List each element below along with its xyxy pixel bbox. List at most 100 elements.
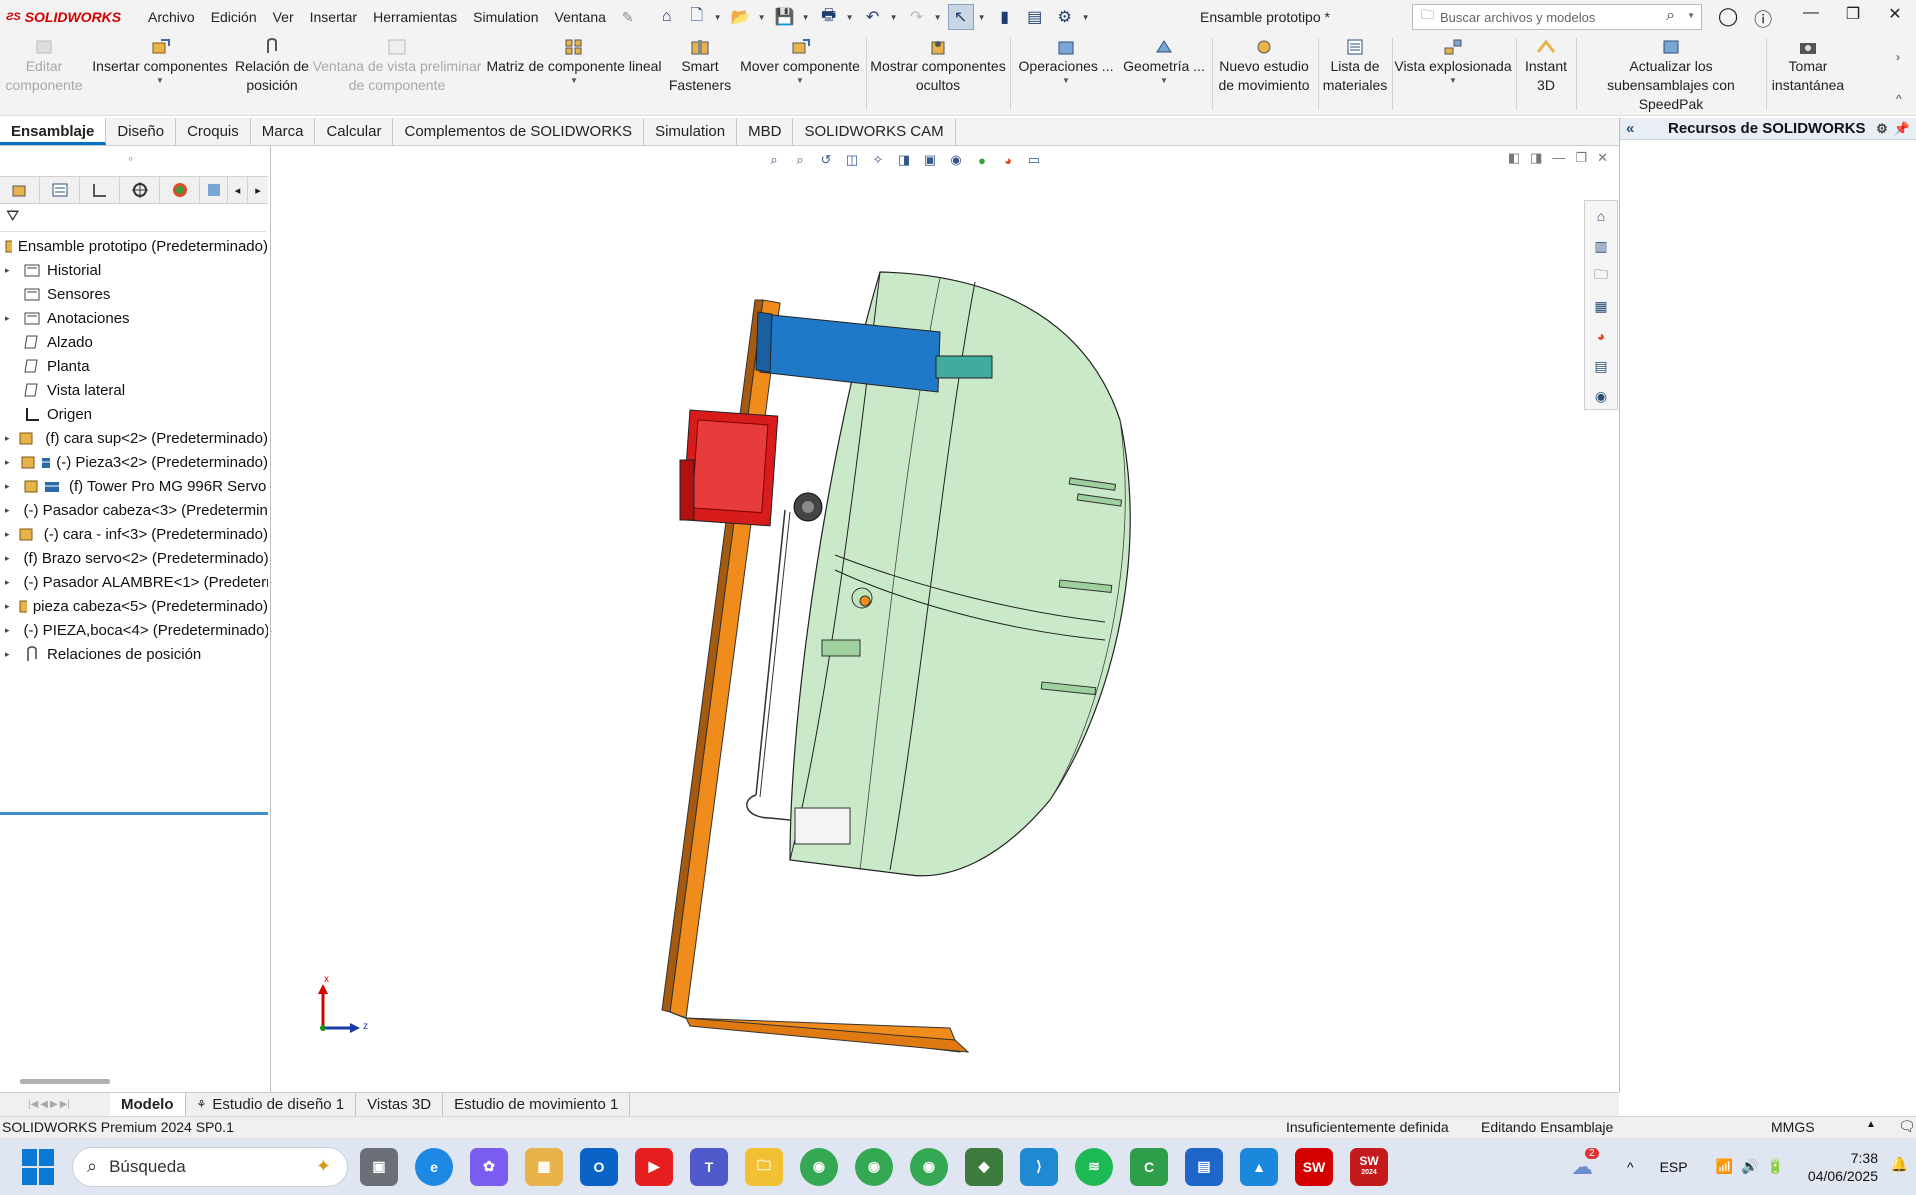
tree-item[interactable]: ▸ (f) cara sup<2> (Predeterminado)	[0, 426, 268, 450]
youtube-icon[interactable]: ▶	[635, 1147, 673, 1186]
tree-filter[interactable]: ⛛	[0, 204, 266, 232]
chevron-up-icon[interactable]: ▲	[1866, 1119, 1876, 1130]
tree-root-assembly[interactable]: Ensamble prototipo (Predeterminado)	[0, 234, 268, 258]
mostrar-componentes-ocultos-button[interactable]: Mostrar componentes ocultos	[870, 38, 1006, 95]
chevron-down-icon[interactable]: ▼	[1394, 76, 1512, 86]
tree-item[interactable]: ▸ (-) PIEZA,boca<4> (Predeterminado)	[0, 618, 268, 642]
photos-icon[interactable]: ▲	[1240, 1147, 1278, 1186]
menu-ver[interactable]: Ver	[265, 9, 302, 26]
task-view-icon[interactable]: ▣	[360, 1147, 398, 1186]
comment-icon[interactable]: 🗨	[1898, 1118, 1916, 1135]
editar-componente-button[interactable]: Editar componente	[4, 38, 84, 95]
chevron-down-icon[interactable]: ▼	[1014, 76, 1118, 86]
chevron-down-icon[interactable]: ▼	[758, 13, 768, 22]
clock[interactable]: 7:38 04/06/2025	[1808, 1149, 1878, 1185]
tree-item[interactable]: ▸ Relaciones de posición	[0, 642, 268, 666]
cam-tree-icon[interactable]	[200, 177, 228, 203]
pin-icon[interactable]: ✎	[614, 9, 642, 26]
git-icon[interactable]: ◆	[965, 1147, 1003, 1186]
tab-mbd[interactable]: MBD	[737, 118, 794, 145]
tab-estudio-movimiento[interactable]: Estudio de movimiento 1	[443, 1092, 631, 1117]
tab-simulation[interactable]: Simulation	[644, 118, 738, 145]
expand-arrow-icon[interactable]: ▸	[5, 505, 10, 516]
tab-marca[interactable]: Marca	[251, 118, 316, 145]
design-library-icon[interactable]: ▥	[1590, 235, 1612, 257]
user-account-icon[interactable]: ◯	[1718, 6, 1738, 32]
search-icon[interactable]: ⌕	[1666, 7, 1675, 25]
minimize-icon[interactable]: —	[1790, 4, 1832, 24]
graphics-area[interactable]: ⌕ ⌕ ↺ ◫ ✧ ◨ ▣ ◉ ● ◕ ▭ ◧ ◨ — ❐ ✕ x z	[272, 146, 1618, 1092]
tree-item[interactable]: ▸ (-) Pieza3<2> (Predeterminado)	[0, 450, 268, 474]
wifi-icon[interactable]: 📶	[1716, 1158, 1733, 1175]
tree-item[interactable]: Sensores	[0, 282, 268, 306]
tab-complementos[interactable]: Complementos de SOLIDWORKS	[393, 118, 645, 145]
chevron-down-icon[interactable]: ▼	[934, 13, 944, 22]
undo-icon[interactable]: ↶	[860, 4, 886, 30]
notification-bell-icon[interactable]: 🔔	[1891, 1156, 1908, 1173]
expand-arrow-icon[interactable]: ▸	[5, 481, 15, 492]
property-manager-icon[interactable]	[40, 177, 80, 203]
menu-archivo[interactable]: Archivo	[140, 9, 203, 26]
configuration-manager-icon[interactable]	[80, 177, 120, 203]
redo-icon[interactable]: ↷	[904, 4, 930, 30]
windows-start-icon[interactable]	[22, 1148, 58, 1185]
language-indicator[interactable]: ESP	[1660, 1159, 1688, 1175]
operaciones-button[interactable]: Operaciones ... ▼	[1014, 38, 1118, 86]
chrome-profile-icon[interactable]: ◉	[855, 1147, 893, 1186]
chevron-left-icon[interactable]: ◂	[228, 177, 248, 203]
chevron-down-icon[interactable]: ▼	[90, 76, 230, 86]
open-folder-icon[interactable]: 📂	[728, 4, 754, 30]
nuevo-estudio-movimiento-button[interactable]: Nuevo estudio de movimiento	[1214, 38, 1314, 95]
expand-arrow-icon[interactable]: ▸	[5, 529, 10, 540]
tree-item[interactable]: ▸ (f) Tower Pro MG 996R Servo	[0, 474, 268, 498]
outlook-icon[interactable]: O	[580, 1147, 618, 1186]
chevron-up-icon[interactable]: ^	[1627, 1159, 1634, 1175]
expand-arrow-icon[interactable]: ▸	[5, 313, 15, 324]
expand-arrow-icon[interactable]: ▸	[5, 601, 10, 612]
weather-cloud-icon[interactable]: ☁ 2	[1571, 1147, 1599, 1180]
battery-icon[interactable]: 🔋	[1766, 1158, 1783, 1175]
tree-item[interactable]: ▸ Anotaciones	[0, 306, 268, 330]
chevron-down-icon[interactable]: ▼	[484, 76, 664, 86]
last-tab-icon[interactable]: ▶|	[60, 1099, 70, 1110]
save-icon[interactable]: 💾	[772, 4, 798, 30]
traffic-light-icon[interactable]: ▮	[992, 4, 1018, 30]
home-icon[interactable]: ⌂	[1590, 205, 1612, 227]
geometria-button[interactable]: Geometría ... ▼	[1120, 38, 1208, 86]
chevron-down-icon[interactable]: ▼	[978, 13, 988, 22]
tree-item[interactable]: ▸ pieza cabeza<5> (Predeterminado)	[0, 594, 268, 618]
chevron-down-icon[interactable]: ▼	[802, 13, 812, 22]
expand-arrow-icon[interactable]: ▸	[5, 625, 10, 636]
tab-ensamblaje[interactable]: Ensamblaje	[0, 118, 107, 145]
file-explorer-icon[interactable]: 🗀	[745, 1147, 783, 1186]
tomar-instantanea-button[interactable]: Tomar instantánea	[1768, 38, 1848, 95]
smart-fasteners-button[interactable]: Smart Fasteners	[666, 38, 734, 95]
close-icon[interactable]: ✕	[1874, 4, 1916, 24]
expand-arrow-icon[interactable]: ▸	[5, 433, 10, 444]
spotify-icon[interactable]: ≋	[1075, 1147, 1113, 1186]
unit-system[interactable]: MMGS	[1771, 1119, 1815, 1135]
chevron-down-icon[interactable]: ▼	[1687, 11, 1695, 20]
lista-materiales-button[interactable]: Lista de materiales	[1320, 38, 1390, 95]
expand-arrow-icon[interactable]: ▸	[5, 649, 15, 660]
first-tab-icon[interactable]: |◀	[28, 1099, 38, 1110]
new-document-icon[interactable]: 🗋	[684, 4, 710, 30]
expand-arrow-icon[interactable]: ▸	[5, 553, 10, 564]
tab-diseno[interactable]: Diseño	[106, 118, 177, 145]
volume-icon[interactable]: 🔊	[1741, 1158, 1758, 1175]
chevron-right-icon[interactable]: ▸	[248, 177, 268, 203]
edge-icon[interactable]: e	[415, 1147, 453, 1186]
filter-icon[interactable]: ⛛	[6, 208, 19, 225]
tab-solidworks-cam[interactable]: SOLIDWORKS CAM	[793, 118, 956, 145]
chevron-down-icon[interactable]: ▼	[1082, 13, 1092, 22]
tab-vistas-3d[interactable]: Vistas 3D	[356, 1092, 444, 1117]
red-servo[interactable]	[679, 409, 823, 527]
chevron-up-icon[interactable]: ^	[1896, 92, 1902, 106]
menu-simulation[interactable]: Simulation	[465, 9, 546, 26]
expand-arrow-icon[interactable]: ▸	[5, 265, 15, 276]
view-palette-icon[interactable]: ▦	[1590, 295, 1612, 317]
instant-3d-button[interactable]: Instant 3D	[1518, 38, 1574, 95]
tree-item[interactable]: ▸ (-) Pasador ALAMBRE<1> (Predeterminado)	[0, 570, 268, 594]
insertar-componentes-button[interactable]: Insertar componentes ▼	[90, 38, 230, 86]
tree-horizontal-scrollbar[interactable]	[20, 1079, 110, 1084]
